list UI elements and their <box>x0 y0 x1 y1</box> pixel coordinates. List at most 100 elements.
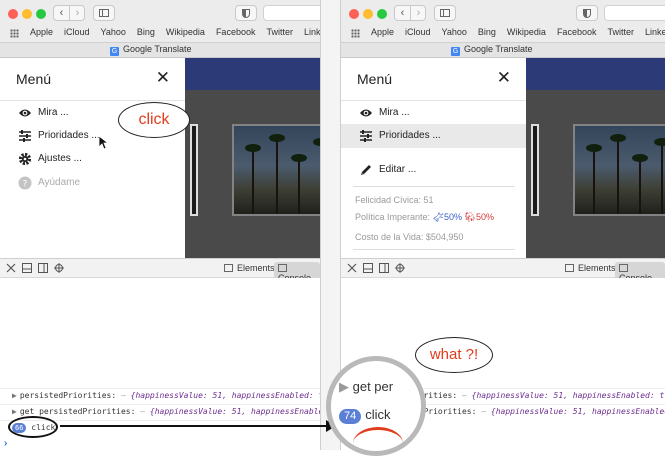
back-button[interactable]: ‹ <box>54 6 70 20</box>
dock-side-icon[interactable] <box>38 263 48 273</box>
sidebar-toggle-button[interactable] <box>434 5 456 21</box>
close-icon[interactable] <box>347 263 357 273</box>
privacy-shield-button[interactable] <box>576 5 598 21</box>
address-bar[interactable] <box>263 5 320 21</box>
cursor-icon <box>98 135 108 150</box>
log-label: get persistedPriorities: <box>19 407 136 416</box>
favorite-link[interactable]: Twitter <box>266 27 293 37</box>
close-window-button[interactable] <box>349 9 359 19</box>
magnified-line: 74 click <box>339 407 391 424</box>
magnified-line: ▶ get per <box>339 379 394 394</box>
highlight-ellipse <box>8 416 58 438</box>
menu-item-editar[interactable]: Editar ... <box>341 158 526 182</box>
favorite-link[interactable]: Facebook <box>216 27 256 37</box>
back-button[interactable]: ‹ <box>395 6 411 20</box>
google-translate-icon: G <box>451 47 460 56</box>
dock-side-icon[interactable] <box>379 263 389 273</box>
favorite-link[interactable]: Bing <box>137 27 155 37</box>
privacy-shield-button[interactable] <box>235 5 257 21</box>
dock-bottom-icon[interactable] <box>363 263 373 273</box>
favorite-link[interactable]: Yahoo <box>442 27 467 37</box>
sidebar-toggle-button[interactable] <box>93 5 115 21</box>
favorite-link[interactable]: Linke <box>304 27 320 37</box>
devtools-toolbar: Elements Console <box>0 258 320 284</box>
tab-label: Elements <box>237 263 275 273</box>
menu-item-label: Ayúdame <box>38 177 81 188</box>
favorite-link[interactable]: Apple <box>371 27 394 37</box>
tab-elements[interactable]: Elements <box>220 262 279 274</box>
title-bar: ‹ › <box>341 0 665 26</box>
divider <box>353 249 515 250</box>
tab-google-translate[interactable]: G Google Translate <box>451 44 533 56</box>
app-viewport: Menú ✕ Mira ... Prioridades ... Editar .… <box>341 58 665 258</box>
elephant-icon: 🐘︎ <box>464 212 476 222</box>
menu-drawer: Menú ✕ Mira ... Prioridades ... Ajustes … <box>0 58 185 258</box>
menu-item-mira[interactable]: Mira ... <box>341 101 526 125</box>
favorite-link[interactable]: Wikipedia <box>507 27 546 37</box>
repeat-count-badge: 74 <box>339 409 362 424</box>
devtools-toolbar: Elements Console <box>341 258 665 284</box>
close-icon[interactable] <box>6 263 16 273</box>
sliders-icon <box>360 130 372 142</box>
minimize-window-button[interactable] <box>22 9 32 19</box>
favorite-link[interactable]: Facebook <box>557 27 597 37</box>
zoom-window-button[interactable] <box>377 9 387 19</box>
menu-item-ajustes[interactable]: Ajustes ... <box>0 147 185 171</box>
favorite-link[interactable]: Linke <box>645 27 665 37</box>
tab-bar: G Google Translate <box>341 42 665 58</box>
menu-title: Menú <box>16 71 52 87</box>
zoom-window-button[interactable] <box>36 9 46 19</box>
menu-title: Menú <box>357 71 393 87</box>
forward-button[interactable]: › <box>70 6 85 20</box>
favorite-link[interactable]: iCloud <box>405 27 431 37</box>
close-window-button[interactable] <box>8 9 18 19</box>
log-separator: – <box>120 391 126 400</box>
google-translate-icon: G <box>110 47 119 56</box>
svg-text:?: ? <box>23 180 28 190</box>
policy-stat: Política Imperante: 🫏︎50% 🐘︎50% <box>355 212 494 223</box>
menu-drawer: Menú ✕ Mira ... Prioridades ... Editar .… <box>341 58 526 258</box>
tab-google-translate[interactable]: G Google Translate <box>110 44 192 56</box>
favorite-link[interactable]: Apple <box>30 27 53 37</box>
grid-icon[interactable] <box>351 29 360 38</box>
pencil-icon <box>361 165 371 175</box>
favorite-link[interactable]: Wikipedia <box>166 27 205 37</box>
console-prompt[interactable]: › <box>4 438 7 449</box>
menu-item-label: Mira ... <box>379 107 410 118</box>
tab-label: Elements <box>578 263 616 273</box>
log-separator: – <box>140 407 146 416</box>
favorite-link[interactable]: Twitter <box>607 27 634 37</box>
palm-photo <box>573 124 665 216</box>
target-icon[interactable] <box>54 263 64 273</box>
menu-item-label: Mira ... <box>38 107 69 118</box>
dock-bottom-icon[interactable] <box>22 263 32 273</box>
grid-icon[interactable] <box>10 29 19 38</box>
console-line[interactable]: ▶get persistedPriorities: – {happinessVa… <box>0 404 320 418</box>
menu-item-label: Prioridades ... <box>379 130 441 141</box>
log-label: persistedPriorities: <box>19 391 117 400</box>
menu-item-label: Ajustes ... <box>38 153 82 164</box>
address-bar[interactable] <box>604 5 665 21</box>
menu-item-ayudame[interactable]: ? Ayúdame <box>0 171 185 195</box>
policy-label: Política Imperante: <box>355 212 431 222</box>
favorite-link[interactable]: Yahoo <box>101 27 126 37</box>
favorite-link[interactable]: iCloud <box>64 27 90 37</box>
left-browser-window: ‹ › Apple iCloud Yahoo Bing Wikipedia Faceboo… <box>0 0 320 450</box>
favorites-bar: Apple iCloud Yahoo Bing Wikipedia Facebook Twi… <box>0 26 320 42</box>
favorite-link[interactable]: Bing <box>478 27 496 37</box>
log-object: {happinessValue: 51, happinessEnabled: t… <box>149 407 320 416</box>
menu-item-prioridades[interactable]: Prioridades ... <box>341 124 526 148</box>
close-icon[interactable]: ✕ <box>497 69 511 86</box>
forward-button[interactable]: › <box>411 6 426 20</box>
console-line[interactable]: ▶persistedPriorities: – {happinessValue:… <box>0 388 320 402</box>
divider <box>353 186 515 187</box>
callout-text: what ?! <box>429 346 479 363</box>
close-icon[interactable]: ✕ <box>156 69 170 86</box>
minimize-window-button[interactable] <box>363 9 373 19</box>
palm-photo <box>232 124 320 216</box>
donkey-icon: 🫏︎ <box>432 212 444 222</box>
tab-elements[interactable]: Elements <box>561 262 620 274</box>
target-icon[interactable] <box>395 263 405 273</box>
magnified-text: get per <box>352 379 394 394</box>
log-separator: – <box>481 407 487 416</box>
